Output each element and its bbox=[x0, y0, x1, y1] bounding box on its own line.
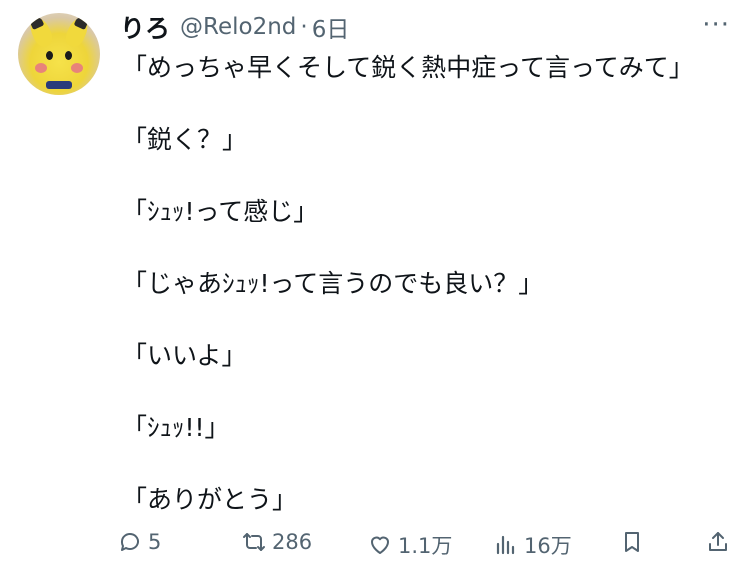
more-options-icon[interactable]: ··· bbox=[702, 10, 730, 40]
tweet-line: 「いいよ」 bbox=[122, 341, 247, 370]
avatar-ear-left bbox=[26, 14, 56, 50]
views-button[interactable]: 16万 bbox=[494, 530, 572, 560]
timestamp[interactable]: 6日 bbox=[312, 10, 350, 44]
retweet-count: 286 bbox=[272, 530, 313, 554]
tweet-line: 「ｼｭｯ!って感じ」 bbox=[122, 197, 319, 226]
heart-icon bbox=[371, 536, 389, 554]
tweet-line: 「じゃあｼｭｯ!って言うのでも良い？」 bbox=[122, 269, 544, 298]
reply-icon bbox=[120, 533, 139, 551]
avatar-cheek-right bbox=[71, 63, 83, 73]
avatar-eye-left bbox=[46, 51, 53, 60]
tweet-header: りろ @Relo2nd · 6日 bbox=[120, 9, 350, 45]
retweet-icon bbox=[243, 533, 265, 551]
avatar-eye-right bbox=[65, 51, 72, 60]
action-bar: 5 286 1.1万 16万 bbox=[0, 530, 750, 564]
tweet-text: 「めっちゃ早くそして鋭く熱中症って言ってみて」 「鋭く？」 「ｼｭｯ!って感じ」… bbox=[122, 51, 742, 517]
reply-count: 5 bbox=[148, 530, 162, 554]
separator-dot: · bbox=[300, 14, 308, 40]
tweet-line: 「ｼｭｯ!!」 bbox=[122, 413, 230, 442]
bookmark-icon bbox=[625, 532, 639, 552]
tweet-line: 「ありがとう」 bbox=[122, 485, 298, 514]
avatar-ear-right bbox=[62, 14, 92, 50]
avatar[interactable] bbox=[18, 13, 100, 95]
like-count: 1.1万 bbox=[398, 534, 453, 558]
avatar-cheek-left bbox=[35, 63, 47, 73]
avatar-collar bbox=[46, 81, 72, 89]
reply-button[interactable]: 5 bbox=[118, 530, 161, 554]
display-name[interactable]: りろ bbox=[120, 9, 170, 45]
tweet-line: 「めっちゃ早くそして鋭く熱中症って言ってみて」 bbox=[122, 53, 694, 82]
share-button[interactable] bbox=[706, 530, 736, 554]
bookmark-button[interactable] bbox=[620, 530, 650, 554]
like-button[interactable]: 1.1万 bbox=[368, 530, 452, 560]
share-icon bbox=[709, 532, 727, 551]
tweet-line: 「鋭く？」 bbox=[122, 125, 248, 154]
analytics-icon bbox=[496, 535, 515, 555]
views-count: 16万 bbox=[524, 534, 572, 558]
retweet-button[interactable]: 286 bbox=[242, 530, 312, 554]
user-handle[interactable]: @Relo2nd bbox=[180, 14, 296, 40]
